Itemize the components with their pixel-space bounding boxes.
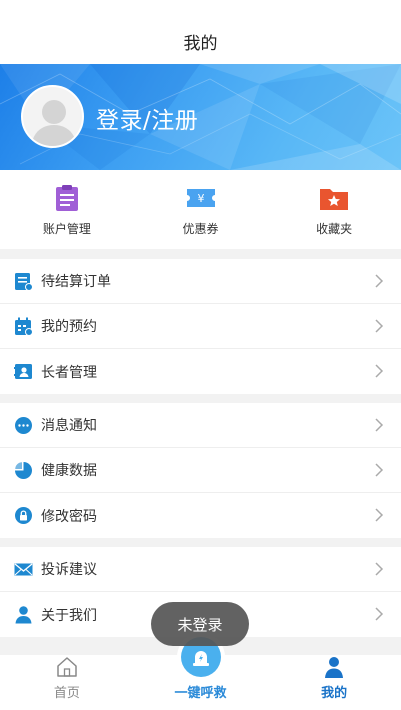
- chevron-right-icon: [375, 274, 384, 288]
- order-icon: [14, 272, 33, 291]
- tab-label: 一键呼救: [174, 686, 227, 701]
- chevron-right-icon: [375, 418, 384, 432]
- envelope-icon: [14, 560, 33, 579]
- account-management-button[interactable]: 账户管理: [0, 170, 134, 249]
- menu-item-change-password[interactable]: 修改密码: [0, 493, 401, 538]
- favorites-button[interactable]: 收藏夹: [267, 170, 401, 249]
- quick-action-label: 账户管理: [42, 222, 91, 236]
- alarm-siren-icon: [193, 651, 209, 666]
- menu-item-label: 投诉建议: [41, 562, 97, 578]
- pie-chart-icon: [14, 461, 33, 480]
- menu-item-label: 修改密码: [41, 508, 97, 525]
- person-icon: [325, 657, 344, 678]
- menu-item-label: 关于我们: [41, 607, 97, 624]
- menu-item-label: 我的预约: [41, 319, 97, 335]
- tab-label: 首页: [53, 686, 80, 701]
- svg-text:¥: ¥: [197, 192, 204, 205]
- quick-actions: 账户管理 ¥ 优惠券 收藏夹: [0, 170, 401, 249]
- calendar-icon: [14, 317, 33, 336]
- tab-me[interactable]: 我的: [267, 655, 401, 710]
- menu-item-elder-management[interactable]: 长者管理: [0, 349, 401, 394]
- coupon-icon: ¥: [186, 189, 215, 207]
- chevron-right-icon: [375, 319, 384, 333]
- title-bar: 我的: [0, 0, 401, 64]
- menu-group-orders: 待结算订单 我的预约 长者管理: [0, 259, 401, 394]
- menu-item-notifications[interactable]: 消息通知: [0, 403, 401, 448]
- lock-icon: [14, 506, 33, 525]
- folder-star-icon: [320, 189, 349, 210]
- tab-label: 我的: [321, 686, 348, 701]
- person-icon: [14, 605, 33, 624]
- menu-group-account: 消息通知 健康数据 修改密码: [0, 403, 401, 538]
- menu-item-health-data[interactable]: 健康数据: [0, 448, 401, 493]
- contact-card-icon: [14, 362, 33, 381]
- clipboard-icon: [55, 185, 78, 211]
- menu-item-label: 消息通知: [41, 418, 97, 434]
- toast-message: 未登录: [151, 602, 249, 646]
- avatar[interactable]: [21, 85, 84, 148]
- chevron-right-icon: [375, 463, 384, 477]
- home-icon: [57, 657, 77, 677]
- chevron-right-icon: [375, 364, 384, 378]
- chevron-right-icon: [375, 607, 384, 621]
- chat-bubble-icon: [14, 416, 33, 435]
- chevron-right-icon: [375, 508, 384, 522]
- coupon-button[interactable]: ¥ 优惠券: [134, 170, 268, 249]
- menu-item-pending-orders[interactable]: 待结算订单: [0, 259, 401, 304]
- menu-item-label: 健康数据: [41, 463, 97, 479]
- quick-action-label: 收藏夹: [316, 222, 353, 236]
- chevron-right-icon: [375, 562, 384, 576]
- profile-banner: 登录/注册: [0, 64, 401, 170]
- tab-home[interactable]: 首页: [0, 655, 134, 710]
- quick-action-label: 优惠券: [182, 222, 219, 236]
- menu-item-my-appointments[interactable]: 我的预约: [0, 304, 401, 349]
- menu-item-feedback[interactable]: 投诉建议: [0, 547, 401, 592]
- menu-item-label: 长者管理: [41, 364, 97, 381]
- menu-item-label: 待结算订单: [41, 274, 111, 290]
- page-title: 我的: [183, 34, 218, 54]
- login-register-link[interactable]: 登录/注册: [96, 101, 198, 135]
